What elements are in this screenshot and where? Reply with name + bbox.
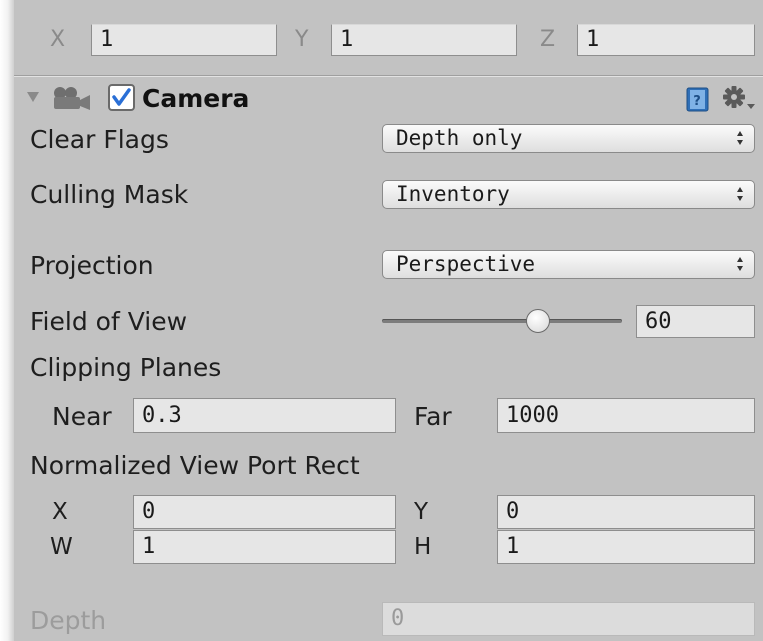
viewport-w-field[interactable]: 1 (133, 530, 396, 564)
svg-text:?: ? (693, 94, 701, 109)
near-field[interactable]: 0.3 (133, 398, 396, 433)
viewport-w-label: W (50, 534, 73, 560)
fov-slider-track[interactable] (382, 319, 622, 323)
clear-flags-value: Depth only (396, 126, 523, 150)
scale-y-field[interactable]: 1 (331, 24, 517, 56)
far-label: Far (414, 402, 452, 431)
scale-y-label: Y (295, 27, 309, 52)
field-of-view-label: Field of View (30, 307, 188, 336)
culling-mask-value: Inventory (396, 182, 510, 206)
clipping-planes-label: Clipping Planes (30, 353, 222, 382)
viewport-h-label: H (414, 534, 432, 560)
culling-mask-dropdown[interactable]: Inventory (382, 180, 755, 209)
far-field[interactable]: 1000 (497, 398, 755, 433)
depth-field[interactable]: 0 (382, 602, 755, 636)
gear-menu-icon[interactable] (722, 84, 756, 112)
viewport-x-label: X (52, 499, 68, 525)
dropdown-arrows-icon (736, 125, 744, 160)
viewport-y-label: Y (414, 499, 429, 525)
viewport-x-field[interactable]: 0 (133, 495, 396, 529)
projection-dropdown[interactable]: Perspective (382, 250, 755, 279)
projection-label: Projection (30, 251, 154, 280)
near-label: Near (52, 402, 112, 431)
dropdown-arrows-icon (736, 181, 744, 216)
panel-edge-shadow (0, 0, 14, 641)
clear-flags-label: Clear Flags (30, 125, 169, 154)
scale-z-label: Z (540, 27, 556, 52)
component-divider-highlight (14, 76, 763, 77)
foldout-arrow-icon[interactable] (26, 90, 40, 104)
dropdown-arrows-icon (736, 251, 744, 286)
scale-z-field[interactable]: 1 (577, 24, 755, 56)
viewport-rect-label: Normalized View Port Rect (30, 451, 360, 480)
fov-slider-thumb[interactable] (526, 309, 550, 333)
component-title: Camera (142, 84, 250, 113)
scale-x-label: X (50, 27, 66, 52)
viewport-y-field[interactable]: 0 (497, 495, 755, 529)
camera-icon (54, 87, 90, 110)
scale-x-field[interactable]: 1 (91, 24, 277, 56)
viewport-h-field[interactable]: 1 (497, 530, 755, 564)
depth-label: Depth (30, 606, 107, 635)
fov-value-field[interactable]: 60 (636, 305, 755, 338)
clear-flags-dropdown[interactable]: Depth only (382, 124, 755, 153)
help-book-icon[interactable]: ? (686, 87, 710, 113)
checkbox-icon[interactable] (108, 84, 136, 112)
projection-value: Perspective (396, 252, 536, 276)
culling-mask-label: Culling Mask (30, 180, 189, 209)
